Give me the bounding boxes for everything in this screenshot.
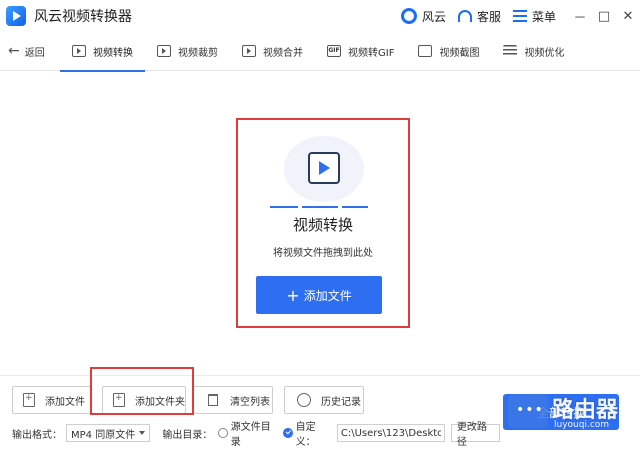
close-button[interactable]: ✕ [616,9,640,24]
plus-icon: + [286,285,300,305]
video-merge-icon [242,45,256,57]
title-bar-actions: 风云 客服 菜单 － □ ✕ [400,0,640,32]
drop-area-title: 视频转换 [292,216,353,234]
tab-label: 视频截图 [439,47,480,59]
clear-list-label: 清空列表 [230,396,270,408]
play-icon [319,161,330,175]
tool-tabs: ← 返回 视频转换 视频裁剪 视频合并 GIF 视频转GIF 视频截图 视频优化 [0,32,640,72]
hamburger-menu-icon [512,10,527,22]
gif-icon: GIF [327,45,341,57]
back-label: 返回 [24,47,45,59]
format-label: 输出格式： [12,429,62,441]
add-file-icon [23,393,35,407]
tab-label: 视频转换 [93,47,133,59]
decor-line [302,206,338,208]
tab-label: 视频优化 [524,47,565,59]
output-path-input[interactable] [336,424,445,442]
sliders-icon [503,45,518,57]
output-dir-label: 输出目录： [162,429,213,441]
fengyun-label: 风云 [421,9,446,24]
history-label: 历史记录 [321,396,361,408]
app-title: 风云视频转换器 [34,9,132,25]
format-select[interactable]: MP4 同原文件 [66,424,151,442]
back-button[interactable]: ← 返回 [8,43,60,59]
add-file-button[interactable]: + 添加文件 [256,276,382,314]
clock-icon [297,393,311,407]
add-file-bottom-label: 添加文件 [45,396,85,408]
tab-label: 视频转GIF [348,47,395,59]
screenshot-icon [418,45,433,57]
back-arrow-icon: ← [8,43,20,59]
trash-icon [208,394,218,406]
tab-video-merge[interactable]: 视频合并 [230,32,315,71]
tab-video-screenshot[interactable]: 视频截图 [406,32,491,71]
headset-icon [457,10,472,22]
tab-label: 视频裁剪 [178,47,218,59]
restore-button[interactable]: □ [592,9,616,24]
start-convert-button[interactable]: 全部转换 [503,394,619,430]
fengyun-logo-icon [400,8,417,24]
clear-list-button[interactable]: 清空列表 [193,386,273,414]
file-drop-area[interactable]: 视频转换 将视频文件拖拽到此处 + 添加文件 [236,118,410,328]
start-convert-label: 全部转换 [536,405,585,420]
tab-video-optimize[interactable]: 视频优化 [491,32,576,71]
decor-line [270,206,298,208]
history-button[interactable]: 历史记录 [284,386,364,414]
tab-video-convert[interactable]: 视频转换 [60,32,145,72]
change-path-button[interactable]: 更改路径 [450,422,501,448]
source-dir-label: 源文件目录 [230,422,271,448]
tab-video-to-gif[interactable]: GIF 视频转GIF [315,32,406,71]
minimize-button[interactable]: － [568,7,592,26]
video-convert-icon [72,45,86,57]
chevron-down-icon [139,431,146,435]
fengyun-button[interactable]: 风云 [400,8,446,25]
change-path-label: 更改路径 [456,422,487,448]
drop-area-hint: 将视频文件拖拽到此处 [273,248,373,259]
format-value: MP4 同原文件 [71,429,136,441]
menu-label: 菜单 [531,9,556,24]
add-file-bottom-button[interactable]: 添加文件 [12,386,92,414]
app-logo-icon [6,6,26,26]
tab-label: 视频合并 [263,47,303,59]
add-file-label: 添加文件 [303,288,352,303]
video-crop-icon [157,45,171,57]
tab-video-crop[interactable]: 视频裁剪 [145,32,230,71]
custom-dir-radio[interactable] [283,428,293,438]
video-convert-large-icon [308,152,340,184]
decor-line [342,206,368,208]
custom-label: 自定义： [295,422,316,448]
output-settings: 输出格式： MP4 同原文件 输出目录： 源文件目录 自定义： 更改路径 [0,422,501,448]
menu-button[interactable]: 菜单 [512,8,556,25]
title-bar: 风云视频转换器 风云 客服 菜单 － □ ✕ [0,0,640,32]
source-dir-radio[interactable] [218,428,228,438]
customer-service-label: 客服 [476,9,501,24]
highlight-box [90,367,194,415]
customer-service-button[interactable]: 客服 [457,8,501,25]
convert-illustration [270,132,372,210]
